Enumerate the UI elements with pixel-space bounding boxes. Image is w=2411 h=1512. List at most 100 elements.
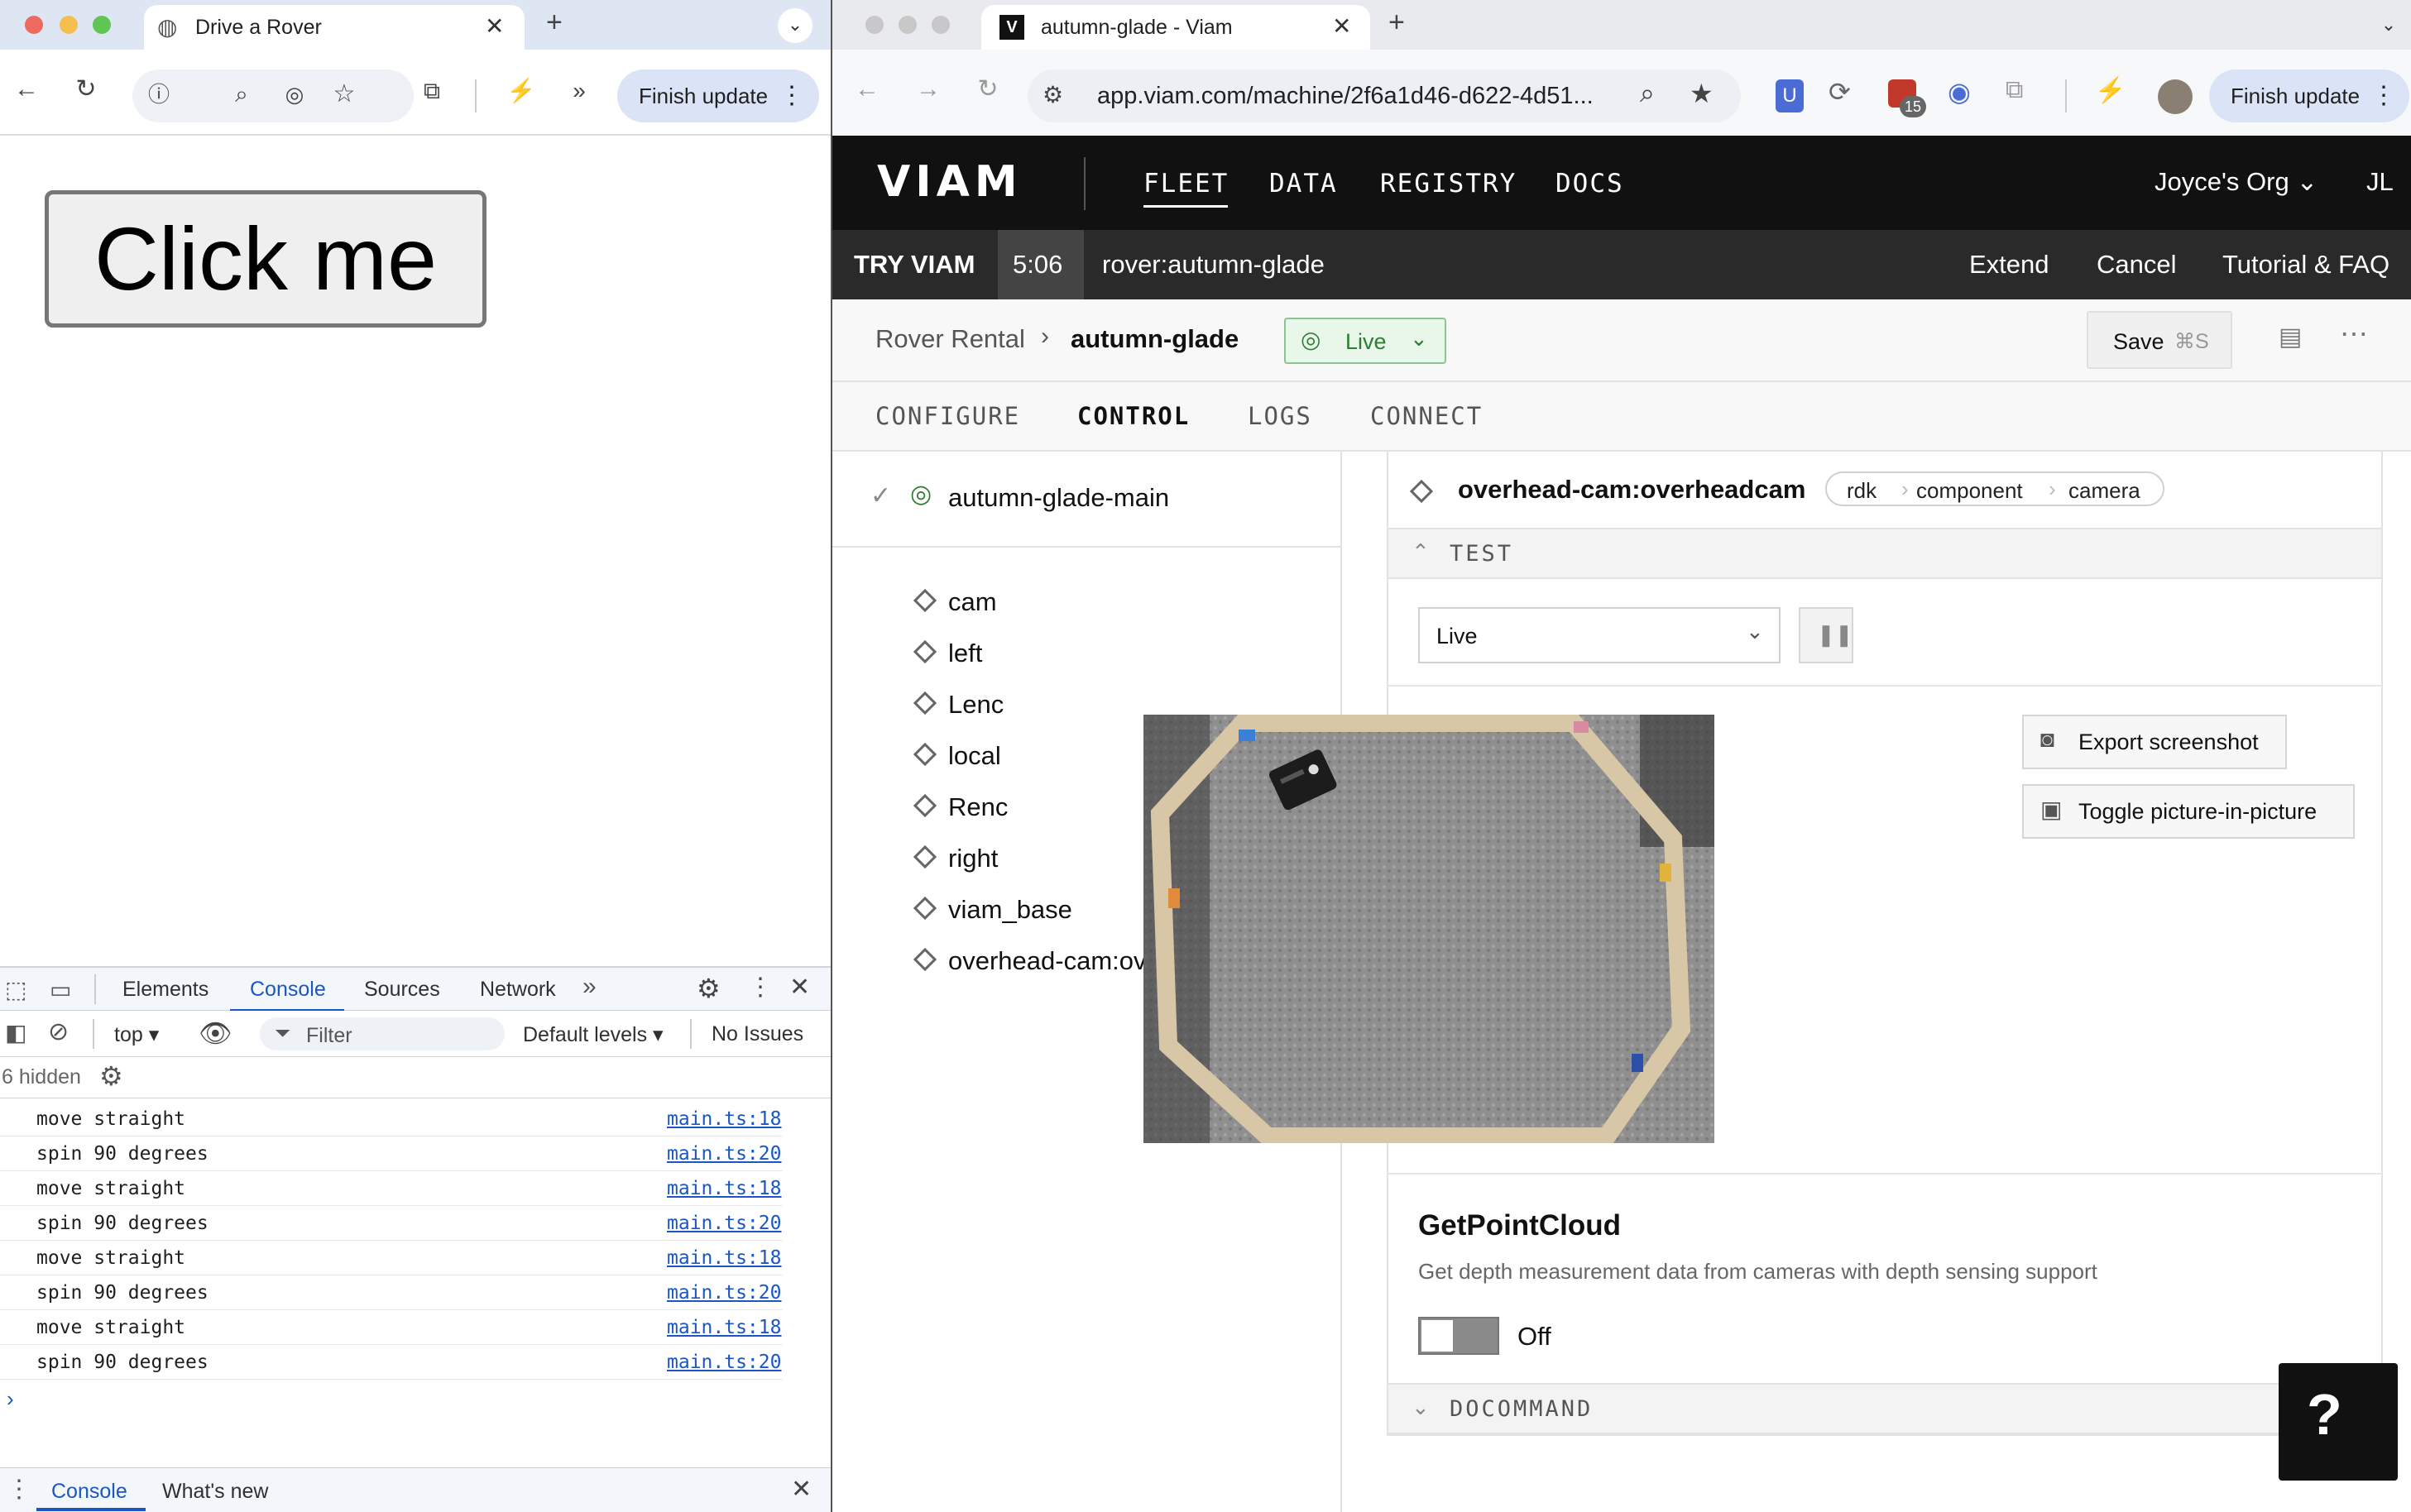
nav-fleet[interactable]: FLEET <box>1143 169 1229 199</box>
close-tab-icon[interactable]: ✕ <box>485 12 504 40</box>
address-bar[interactable]: ⚙ app.viam.com/machine/2f6a1d46-d622-4d5… <box>1028 69 1741 122</box>
nav-docs[interactable]: DOCS <box>1555 169 1624 199</box>
log-source-link[interactable]: main.ts:18 <box>667 1317 781 1338</box>
export-screenshot-button[interactable]: ◙ Export screenshot <box>2022 715 2287 769</box>
bitwarden-extension-icon[interactable]: U <box>1776 79 1804 112</box>
org-selector[interactable]: Joyce's Org ⌄ <box>2155 167 2318 197</box>
close-devtools-icon[interactable]: ✕ <box>789 973 810 1002</box>
docommand-section-header[interactable]: ⌄ DOCOMMAND <box>1388 1383 2381 1434</box>
toggle-pip-button[interactable]: ▣ Toggle picture-in-picture <box>2022 784 2355 839</box>
reload-icon[interactable]: ↻ <box>68 73 104 109</box>
performance-icon[interactable]: ⚡ <box>503 74 539 111</box>
drawer-tab-console[interactable]: Console <box>51 1480 127 1504</box>
nav-data[interactable]: DATA <box>1269 169 1338 199</box>
viam-logo[interactable]: VIAM <box>877 157 1023 207</box>
sidebar-item-cam[interactable]: cam <box>832 577 1340 627</box>
tab-connect[interactable]: CONNECT <box>1370 402 1483 430</box>
eye-slash-icon[interactable]: ◎ <box>276 78 313 114</box>
issues-counter[interactable]: No Issues <box>712 1022 803 1046</box>
breadcrumb-parent[interactable]: Rover Rental <box>875 324 1025 354</box>
sidebar-item-left[interactable]: left <box>832 629 1340 678</box>
console-filter-input[interactable]: ⏷ Filter <box>260 1017 505 1050</box>
extensions-puzzle-icon[interactable]: ⧉ <box>2006 76 2023 104</box>
forward-icon[interactable]: → <box>910 73 947 109</box>
more-extensions-icon[interactable]: » <box>561 74 597 111</box>
grammar-extension-icon[interactable]: ◉ <box>1948 76 1971 108</box>
tab-configure[interactable]: CONFIGURE <box>875 402 1020 430</box>
back-icon[interactable]: ← <box>849 73 885 109</box>
tab-elements[interactable]: Elements <box>122 978 209 1002</box>
tab-console[interactable]: Console <box>250 978 326 1002</box>
live-expression-eye-icon[interactable]: 👁 <box>199 1017 232 1049</box>
save-button[interactable]: Save ⌘S <box>2087 311 2232 369</box>
address-bar[interactable]: ⓘ ⌕ ◎ ☆ <box>132 69 414 122</box>
minimize-window-icon[interactable] <box>899 16 917 34</box>
sync-extension-icon[interactable]: ⟳ <box>1829 76 1851 108</box>
star-icon[interactable]: ☆ <box>326 78 362 114</box>
clear-console-icon[interactable]: ⊘ <box>48 1017 69 1046</box>
maximize-window-icon[interactable] <box>932 16 950 34</box>
tab-network[interactable]: Network <box>480 978 556 1002</box>
user-initials[interactable]: JL <box>2366 167 2394 197</box>
console-prompt-chevron-icon[interactable]: › <box>7 1386 14 1412</box>
extend-button[interactable]: Extend <box>1969 250 2049 280</box>
zoom-icon[interactable]: ⌕ <box>223 78 260 114</box>
finish-update-button[interactable]: Finish update ⋮ <box>2209 69 2409 122</box>
site-settings-icon[interactable]: ⚙ <box>1043 81 1063 108</box>
new-tab-icon[interactable]: + <box>546 7 563 39</box>
reload-icon[interactable]: ↻ <box>970 73 1006 109</box>
profile-avatar[interactable] <box>2158 79 2193 114</box>
test-section-header[interactable]: ⌃ TEST <box>1388 528 2381 579</box>
devtools-menu-icon[interactable]: ⋮ <box>748 973 773 1002</box>
performance-icon[interactable]: ⚡ <box>2095 76 2126 105</box>
device-toolbar-icon[interactable]: ▭ <box>50 976 71 1003</box>
settings-gear-icon[interactable]: ⚙ <box>697 973 721 1004</box>
nav-registry[interactable]: REGISTRY <box>1380 169 1517 199</box>
kebab-menu-icon[interactable]: ⋮ <box>779 69 804 122</box>
document-icon[interactable]: ▤ <box>2279 323 2302 352</box>
site-info-icon[interactable]: ⓘ <box>141 78 177 114</box>
new-tab-icon[interactable]: + <box>1388 7 1405 39</box>
drawer-tab-whats-new[interactable]: What's new <box>162 1480 268 1504</box>
close-tab-icon[interactable]: ✕ <box>1332 12 1351 40</box>
inspect-element-icon[interactable]: ⬚ <box>5 976 26 1003</box>
close-window-icon[interactable] <box>865 16 884 34</box>
sidebar-toggle-icon[interactable]: ◧ <box>5 1019 26 1046</box>
log-source-link[interactable]: main.ts:18 <box>667 1247 781 1269</box>
minimize-window-icon[interactable] <box>60 16 78 34</box>
tab-search-icon[interactable]: ⌄ <box>2371 8 2406 43</box>
pointcloud-toggle[interactable] <box>1418 1317 1499 1355</box>
log-source-link[interactable]: main.ts:20 <box>667 1282 781 1304</box>
console-settings-icon[interactable]: ⚙ <box>99 1060 123 1092</box>
default-levels-select[interactable]: Default levels ▾ <box>523 1022 664 1047</box>
finish-update-button[interactable]: Finish update ⋮ <box>617 69 819 122</box>
tutorial-faq-button[interactable]: Tutorial & FAQ <box>2222 250 2389 280</box>
help-widget-button[interactable]: ? <box>2279 1363 2398 1481</box>
cancel-button[interactable]: Cancel <box>2097 250 2177 280</box>
close-window-icon[interactable] <box>25 16 43 34</box>
tab-logs[interactable]: LOGS <box>1248 402 1312 430</box>
log-source-link[interactable]: main.ts:18 <box>667 1108 781 1130</box>
extensions-icon[interactable]: ⧉ <box>414 74 450 111</box>
context-select[interactable]: top ▾ <box>114 1022 159 1047</box>
more-tabs-icon[interactable]: » <box>582 973 597 1001</box>
pause-stream-button[interactable]: ❚❚ <box>1799 607 1853 663</box>
tab-control[interactable]: CONTROL <box>1077 402 1190 430</box>
machine-part-row[interactable]: ✓ ◎ autumn-glade-main <box>832 452 1340 548</box>
click-me-button[interactable]: Click me <box>45 190 487 328</box>
more-options-icon[interactable]: ⋯ <box>2340 318 2368 351</box>
log-source-link[interactable]: main.ts:20 <box>667 1143 781 1165</box>
url-text[interactable]: app.viam.com/machine/2f6a1d46-d622-4d51.… <box>1097 83 1594 110</box>
stream-select[interactable]: Live ⌄ <box>1418 607 1781 663</box>
tab-drive-a-rover[interactable]: ◍ Drive a Rover ✕ <box>144 5 525 50</box>
log-source-link[interactable]: main.ts:20 <box>667 1352 781 1373</box>
maximize-window-icon[interactable] <box>93 16 111 34</box>
bookmark-star-icon[interactable]: ★ <box>1690 78 1714 109</box>
kebab-menu-icon[interactable]: ⋮ <box>2371 69 2396 122</box>
drawer-menu-icon[interactable]: ⋮ <box>7 1475 31 1504</box>
tab-search-icon[interactable]: ⌄ <box>778 8 812 43</box>
close-drawer-icon[interactable]: ✕ <box>791 1475 812 1504</box>
tab-sources[interactable]: Sources <box>364 978 440 1002</box>
log-source-link[interactable]: main.ts:18 <box>667 1178 781 1199</box>
live-status-dropdown[interactable]: ◎ Live ⌄ <box>1284 318 1446 364</box>
